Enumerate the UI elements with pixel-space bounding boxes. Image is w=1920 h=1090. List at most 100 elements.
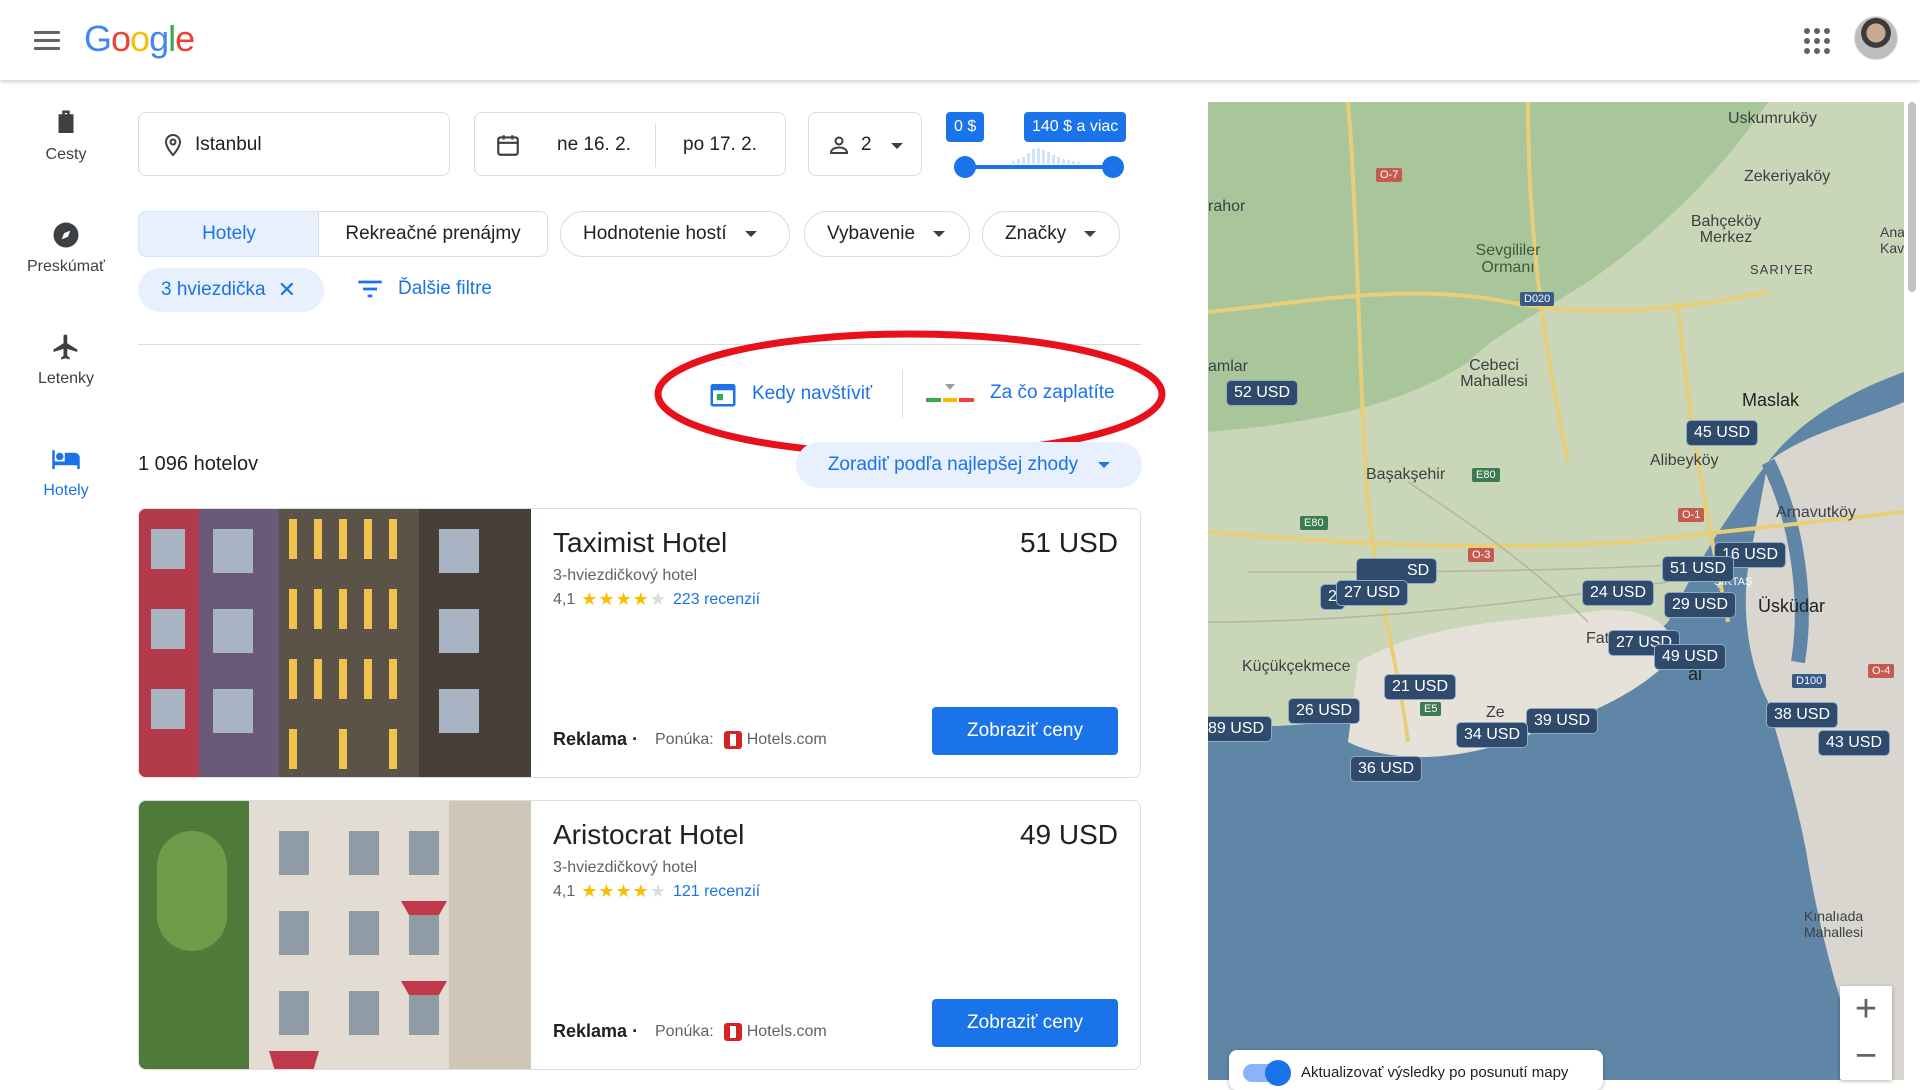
price-histogram: [1012, 148, 1108, 164]
price-min-handle[interactable]: [954, 156, 976, 178]
price-slider[interactable]: 0 $ 140 $ a viac: [946, 112, 1136, 182]
map-price-pin[interactable]: 38 USD: [1766, 702, 1839, 728]
chevron-down-icon: [1098, 462, 1111, 468]
map-place-label: Başakşehir: [1366, 466, 1446, 483]
active-filter-label: 3 hviezdička: [161, 279, 266, 300]
reviews-link[interactable]: 121 recenzií: [673, 883, 760, 901]
hotel-card[interactable]: Taximist Hotel 51 USD 3-hviezdičkový hot…: [138, 508, 1141, 778]
compass-icon: [53, 222, 79, 248]
hotel-name[interactable]: Aristocrat Hotel: [553, 819, 744, 851]
close-icon[interactable]: ✕: [278, 277, 296, 303]
star-rating-icon: ★★★★★: [581, 589, 667, 609]
price-max-handle[interactable]: [1102, 156, 1124, 178]
road-label: D100: [1792, 674, 1827, 688]
map-place-label: Kınalıada Mahallesi: [1804, 908, 1864, 940]
hotel-photo[interactable]: [139, 801, 531, 1070]
nav-label-hotels: Hotely: [43, 482, 89, 499]
nav-item-flights[interactable]: Letenky: [0, 332, 132, 388]
hotels-com-icon: [723, 1023, 742, 1041]
hotel-photo[interactable]: [139, 509, 531, 778]
road-label: E80: [1472, 468, 1500, 482]
map-price-pin[interactable]: 34 USD: [1456, 722, 1529, 748]
map-price-pin[interactable]: 89 USD: [1208, 716, 1273, 742]
map-place-label: Üsküdar: [1758, 596, 1826, 616]
map-price-pin[interactable]: 24 USD: [1582, 580, 1655, 606]
hotel-class: 3-hviezdičkový hotel: [553, 859, 698, 876]
hamburger-icon[interactable]: [30, 26, 64, 54]
google-logo[interactable]: Google: [84, 18, 195, 60]
ad-label: Reklama ·: [553, 729, 639, 749]
map-price-pin[interactable]: 52 USD: [1226, 380, 1299, 406]
active-filter-chip[interactable]: 3 hviezdička ✕: [138, 268, 324, 312]
offer-source-name: Hotels.com: [746, 1023, 827, 1040]
map-place-label: Zekeriyaköy: [1744, 168, 1831, 185]
location-field[interactable]: Istanbul: [138, 112, 450, 176]
map-price-pin[interactable]: 49 USD: [1654, 644, 1727, 670]
chevron-down-icon: [933, 231, 946, 237]
checkin-date[interactable]: ne 16. 2.: [557, 134, 631, 156]
sort-dropdown[interactable]: Zoradiť podľa najlepšej zhody: [796, 442, 1142, 488]
map-price-pin[interactable]: 39 USD: [1526, 708, 1599, 734]
map-place-label: Alibeyköy: [1650, 452, 1719, 469]
more-filters-button[interactable]: Ďalšie filtre: [356, 278, 492, 300]
reviews-link[interactable]: 223 recenzií: [673, 591, 760, 609]
map-price-pin[interactable]: 21 USD: [1384, 674, 1457, 700]
map-scrollbar[interactable]: [1908, 102, 1916, 292]
more-filters-label: Ďalšie filtre: [398, 278, 492, 299]
brands-filter[interactable]: Značky: [982, 211, 1120, 257]
hotel-name[interactable]: Taximist Hotel: [553, 527, 727, 559]
map-price-pin[interactable]: 36 USD: [1350, 756, 1423, 782]
road-label: E80: [1300, 516, 1328, 530]
map-price-pin[interactable]: 26 USD: [1288, 698, 1361, 724]
map-price-pin[interactable]: 51 USD: [1662, 556, 1735, 582]
road-label: O-1: [1678, 508, 1705, 522]
map-place-label: Uskumruköy: [1728, 110, 1817, 127]
view-prices-button[interactable]: Zobraziť ceny: [932, 707, 1118, 755]
map-place-label: SARIYER: [1750, 262, 1815, 277]
road-label: O-4: [1868, 664, 1895, 678]
map-price-pin[interactable]: 45 USD: [1686, 420, 1759, 446]
zoom-out-button[interactable]: −: [1840, 1033, 1892, 1080]
chevron-down-icon: [744, 231, 757, 237]
bed-icon: [52, 450, 80, 469]
checkout-date[interactable]: po 17. 2.: [683, 134, 757, 156]
amenities-filter[interactable]: Vybavenie: [804, 211, 970, 257]
date-range-field[interactable]: ne 16. 2. po 17. 2.: [474, 112, 786, 176]
map-place-label: Bahçeköy Merkez: [1690, 213, 1762, 246]
map-price-pin[interactable]: 43 USD: [1818, 730, 1891, 756]
filter-list-icon: [358, 280, 382, 298]
map-price-pin[interactable]: 27 USD: [1336, 580, 1409, 606]
map-place-label: amlar: [1208, 358, 1249, 375]
nav-item-trips[interactable]: Cesty: [0, 108, 132, 164]
tab-vacation-rentals[interactable]: Rekreačné prenájmy: [318, 211, 548, 257]
tab-hotels[interactable]: Hotely: [138, 211, 320, 257]
zoom-in-button[interactable]: +: [1840, 986, 1892, 1033]
what-you-pay-label: Za čo zaplatíte: [990, 382, 1115, 403]
avatar[interactable]: [1854, 16, 1898, 60]
nav-item-hotels[interactable]: Hotely: [0, 444, 132, 500]
guests-selector[interactable]: 2: [808, 112, 922, 176]
map-panel[interactable]: Uskumruköy Zekeriyaköy Bahçeköy Merkez S…: [1208, 102, 1904, 1080]
offer-source: Ponúka: Hotels.com: [655, 1023, 827, 1041]
offer-source-name: Hotels.com: [746, 731, 827, 748]
road-label: E5: [1420, 702, 1442, 716]
guest-rating-filter[interactable]: Hodnotenie hostí: [560, 211, 790, 257]
toggle-thumb[interactable]: [1265, 1060, 1291, 1086]
apps-grid-icon[interactable]: [1800, 24, 1830, 54]
map-place-label: Cebeci Mahallesi: [1460, 357, 1528, 390]
nav-item-explore[interactable]: Preskúmať: [0, 220, 132, 276]
results-count: 1 096 hotelov: [138, 453, 259, 475]
hotel-card[interactable]: Aristocrat Hotel 49 USD 3-hviezdičkový h…: [138, 800, 1141, 1070]
brands-label: Značky: [1005, 223, 1067, 244]
map-place-label: Küçükçekmece: [1242, 658, 1351, 675]
road-label: D020: [1520, 292, 1555, 306]
when-to-visit-button[interactable]: Kedy navštíviť: [708, 378, 872, 410]
luggage-icon: [58, 110, 74, 133]
calendar-icon: [710, 384, 736, 407]
what-you-pay-button[interactable]: Za čo zaplatíte: [926, 378, 1115, 408]
update-results-toggle[interactable]: Aktualizovať výsledky po posunutí mapy: [1229, 1050, 1603, 1090]
view-prices-button[interactable]: Zobraziť ceny: [932, 999, 1118, 1047]
map-price-pin[interactable]: 29 USD: [1664, 592, 1737, 618]
ad-label: Reklama ·: [553, 1021, 639, 1041]
road-label: O-7: [1376, 168, 1403, 182]
